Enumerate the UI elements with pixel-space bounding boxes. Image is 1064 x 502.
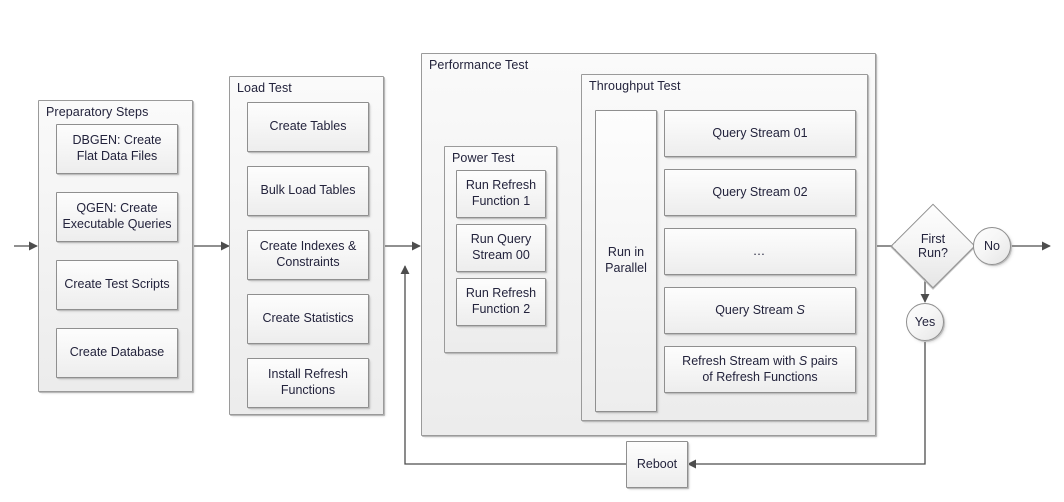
decision-label: First Run? [918, 231, 948, 260]
node-create-statistics[interactable]: Create Statistics [247, 294, 369, 344]
node-query-stream-02[interactable]: Query Stream 02 [664, 169, 856, 216]
node-bulk-load-tables[interactable]: Bulk Load Tables [247, 166, 369, 216]
group-title-load-test: Load Test [237, 81, 292, 95]
node-create-tables[interactable]: Create Tables [247, 102, 369, 152]
group-load-test: Load Test Create Tables Bulk Load Tables… [229, 76, 384, 415]
branch-yes[interactable]: Yes [906, 303, 944, 341]
group-title-performance-test: Performance Test [429, 58, 529, 72]
group-title-throughput-test: Throughput Test [589, 79, 681, 93]
node-query-stream-s[interactable]: Query Stream S [664, 287, 856, 334]
node-install-refresh-functions[interactable]: Install Refresh Functions [247, 358, 369, 408]
node-dbgen-create-flat-data-files[interactable]: DBGEN: Create Flat Data Files [56, 124, 178, 174]
node-create-database[interactable]: Create Database [56, 328, 178, 378]
group-title-preparatory-steps: Preparatory Steps [46, 105, 149, 119]
node-create-indexes-constraints[interactable]: Create Indexes & Constraints [247, 230, 369, 280]
branch-yes-label: Yes [914, 315, 936, 329]
node-query-stream-01[interactable]: Query Stream 01 [664, 110, 856, 157]
decision-first-run[interactable]: First Run? [890, 203, 976, 289]
group-throughput-test: Throughput Test Run in Parallel Query St… [581, 74, 868, 421]
node-qgen-create-executable-queries[interactable]: QGEN: Create Executable Queries [56, 192, 178, 242]
group-power-test: Power Test Run Refresh Function 1 Run Qu… [444, 146, 557, 353]
flowchart-canvas: Preparatory Steps DBGEN: Create Flat Dat… [0, 0, 1064, 502]
node-refresh-stream-label: Refresh Stream with S pairs of Refresh Fu… [682, 353, 838, 384]
node-refresh-stream-s-pairs[interactable]: Refresh Stream with S pairs of Refresh Fu… [664, 346, 856, 393]
node-create-test-scripts[interactable]: Create Test Scripts [56, 260, 178, 310]
node-run-refresh-function-2[interactable]: Run Refresh Function 2 [456, 278, 546, 326]
node-run-refresh-function-1[interactable]: Run Refresh Function 1 [456, 170, 546, 218]
branch-no-label: No [984, 239, 1000, 253]
node-run-query-stream-00[interactable]: Run Query Stream 00 [456, 224, 546, 272]
node-query-stream-ellipsis[interactable]: … [664, 228, 856, 275]
group-performance-test: Performance Test Power Test Run Refresh … [421, 53, 876, 436]
node-reboot[interactable]: Reboot [626, 441, 688, 488]
node-query-stream-s-label: Query Stream S [715, 302, 805, 317]
group-title-power-test: Power Test [452, 151, 515, 165]
branch-no[interactable]: No [973, 227, 1011, 265]
node-run-in-parallel[interactable]: Run in Parallel [595, 110, 657, 412]
group-preparatory-steps: Preparatory Steps DBGEN: Create Flat Dat… [38, 100, 193, 392]
